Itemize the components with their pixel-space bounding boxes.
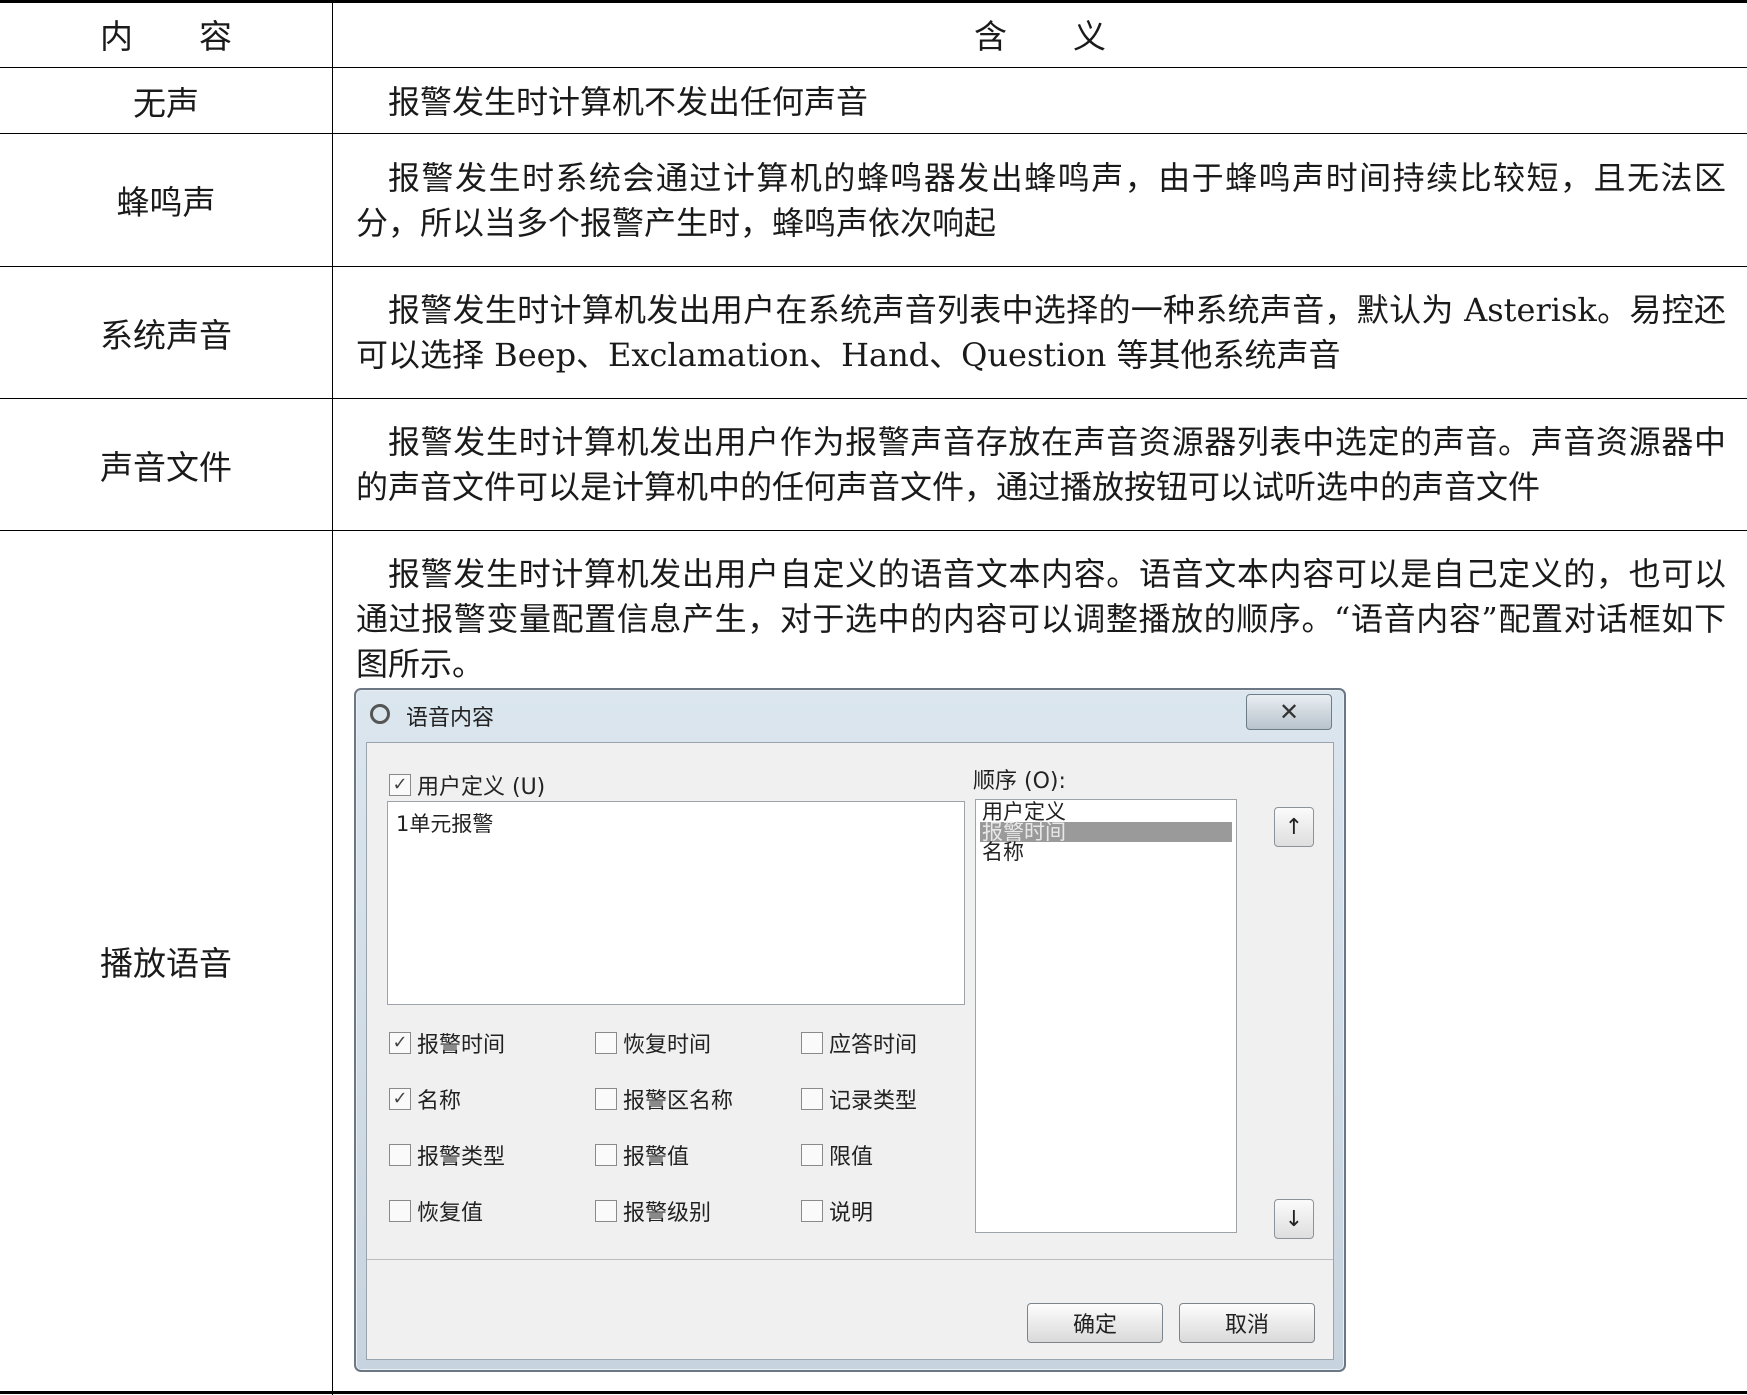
row-value: 报警发生时计算机不发出任何声音: [388, 83, 869, 121]
user-define-checkbox[interactable]: ✓ 用户定义 (U): [389, 769, 545, 801]
row-value: 报警发生时计算机发出用户作为报警声音存放在声音资源器列表中选定的声音。声音资源器…: [356, 423, 1726, 506]
checkbox-label: 报警时间: [417, 1033, 506, 1058]
row-value: 报警发生时计算机发出用户自定义的语音文本内容。语音文本内容可以是自己定义的，也可…: [356, 555, 1726, 683]
row-key: 无声: [133, 83, 199, 123]
option-checkbox[interactable]: 恢复值: [389, 1195, 483, 1227]
app-icon: [370, 704, 390, 724]
order-listbox[interactable]: 用户定义 报警时间 名称: [975, 799, 1237, 1233]
checkbox-label: 恢复值: [417, 1201, 484, 1226]
custom-text-input[interactable]: 1单元报警: [387, 801, 965, 1005]
checkbox-icon: [801, 1200, 823, 1222]
voice-content-dialog: 语音内容 ✕ ✓ 用户定义 (U) 1单元报警 顺序 (O): 用户定义 报警时…: [354, 688, 1346, 1372]
checkbox-icon: [595, 1032, 617, 1054]
row-key: 播放语音: [100, 944, 232, 983]
move-up-button[interactable]: ↑: [1274, 807, 1314, 847]
checkbox-icon: [595, 1088, 617, 1110]
checkbox-label: 报警区名称: [623, 1089, 734, 1114]
checkbox-label: 报警值: [623, 1145, 690, 1170]
ok-button[interactable]: 确定: [1027, 1303, 1163, 1343]
option-checkbox[interactable]: 恢复时间: [595, 1027, 711, 1059]
checkbox-icon: [389, 1200, 411, 1222]
checkbox-icon: ✓: [389, 1088, 411, 1110]
checkbox-label: 限值: [829, 1145, 874, 1170]
option-checkbox[interactable]: 报警区名称: [595, 1083, 733, 1115]
checkbox-icon: [801, 1032, 823, 1054]
header-value: 含 义: [974, 17, 1106, 56]
cancel-button[interactable]: 取消: [1179, 1303, 1315, 1343]
checkbox-label: 恢复时间: [623, 1033, 712, 1058]
row-key: 声音文件: [100, 447, 232, 487]
checkbox-icon: ✓: [389, 774, 411, 796]
list-item-selected[interactable]: 报警时间: [980, 822, 1232, 843]
close-button[interactable]: ✕: [1246, 694, 1332, 730]
checkbox-label: 应答时间: [829, 1033, 918, 1058]
footer-divider: [367, 1259, 1333, 1260]
option-checkbox[interactable]: 限值: [801, 1139, 873, 1171]
checkbox-label: 用户定义 (U): [417, 775, 546, 800]
dialog-client: ✓ 用户定义 (U) 1单元报警 顺序 (O): 用户定义 报警时间 名称 ↑ …: [366, 742, 1334, 1360]
option-checkbox[interactable]: 记录类型: [801, 1083, 917, 1115]
checkbox-label: 报警类型: [417, 1145, 506, 1170]
row-key: 蜂鸣声: [116, 183, 216, 222]
checkbox-label: 报警级别: [623, 1201, 712, 1226]
option-checkbox[interactable]: 说明: [801, 1195, 873, 1227]
checkbox-icon: [389, 1144, 411, 1166]
list-item[interactable]: 名称: [980, 842, 1232, 863]
move-down-button[interactable]: ↓: [1274, 1199, 1314, 1239]
checkbox-icon: [801, 1144, 823, 1166]
list-item[interactable]: 用户定义: [980, 802, 1232, 823]
row-key: 系统声音: [100, 315, 232, 355]
dialog-titlebar[interactable]: 语音内容 ✕: [356, 690, 1344, 738]
option-checkbox[interactable]: 报警级别: [595, 1195, 711, 1227]
option-checkbox[interactable]: 应答时间: [801, 1027, 917, 1059]
option-checkbox[interactable]: ✓ 报警时间: [389, 1027, 505, 1059]
header-key: 内 容: [100, 17, 232, 56]
option-checkbox[interactable]: ✓ 名称: [389, 1083, 461, 1115]
checkbox-icon: [801, 1088, 823, 1110]
checkbox-label: 名称: [417, 1089, 462, 1114]
checkbox-label: 记录类型: [829, 1089, 918, 1114]
checkbox-icon: [595, 1200, 617, 1222]
option-checkbox[interactable]: 报警类型: [389, 1139, 505, 1171]
table-bottom-border: [0, 1391, 1747, 1394]
option-checkbox[interactable]: 报警值: [595, 1139, 689, 1171]
row-value: 报警发生时计算机发出用户在系统声音列表中选择的一种系统声音，默认为 Asteri…: [356, 291, 1726, 374]
checkbox-label: 说明: [829, 1201, 874, 1226]
order-label: 顺序 (O):: [973, 769, 1066, 794]
checkbox-icon: ✓: [389, 1032, 411, 1054]
row-value: 报警发生时系统会通过计算机的蜂鸣器发出蜂鸣声，由于蜂鸣声时间持续比较短，且无法区…: [356, 159, 1726, 242]
checkbox-icon: [595, 1144, 617, 1166]
column-divider: [332, 0, 333, 1395]
dialog-title: 语音内容: [406, 706, 495, 731]
